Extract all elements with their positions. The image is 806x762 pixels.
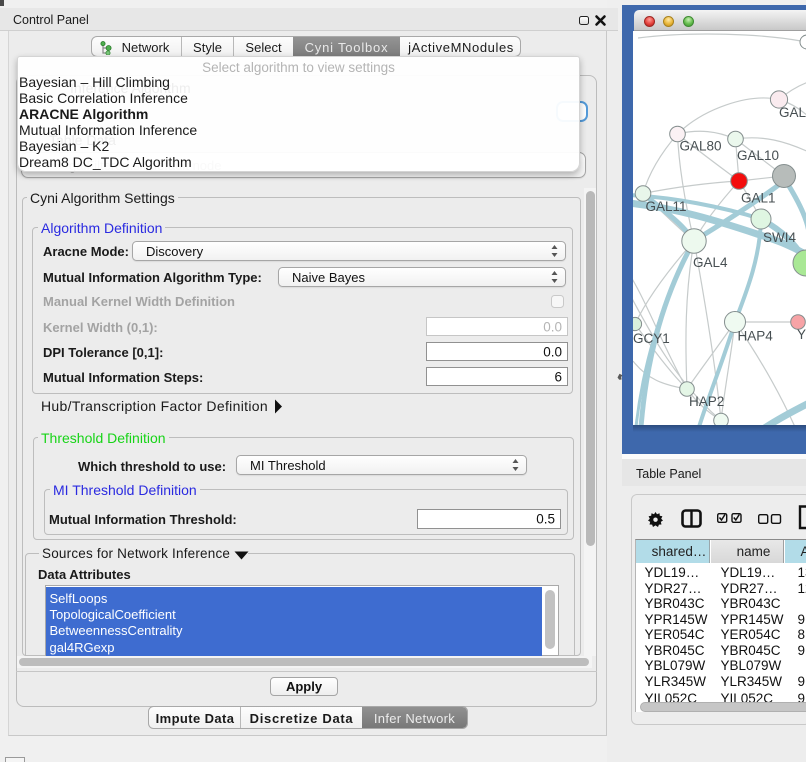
svg-text:GAL10: GAL10 [737, 148, 779, 163]
svg-text:GAL11: GAL11 [646, 199, 687, 214]
svg-text:HAP2: HAP2 [689, 394, 724, 409]
svg-text:GAL1: GAL1 [741, 191, 776, 206]
svg-text:GAL2: GAL2 [779, 105, 806, 120]
svg-text:HAP4: HAP4 [738, 329, 774, 344]
svg-text:SWI4: SWI4 [763, 230, 796, 245]
svg-text:GCY1: GCY1 [633, 331, 670, 346]
svg-text:GAL4: GAL4 [693, 255, 728, 270]
svg-text:GAL80: GAL80 [680, 139, 722, 154]
svg-text:Y: Y [797, 327, 806, 342]
